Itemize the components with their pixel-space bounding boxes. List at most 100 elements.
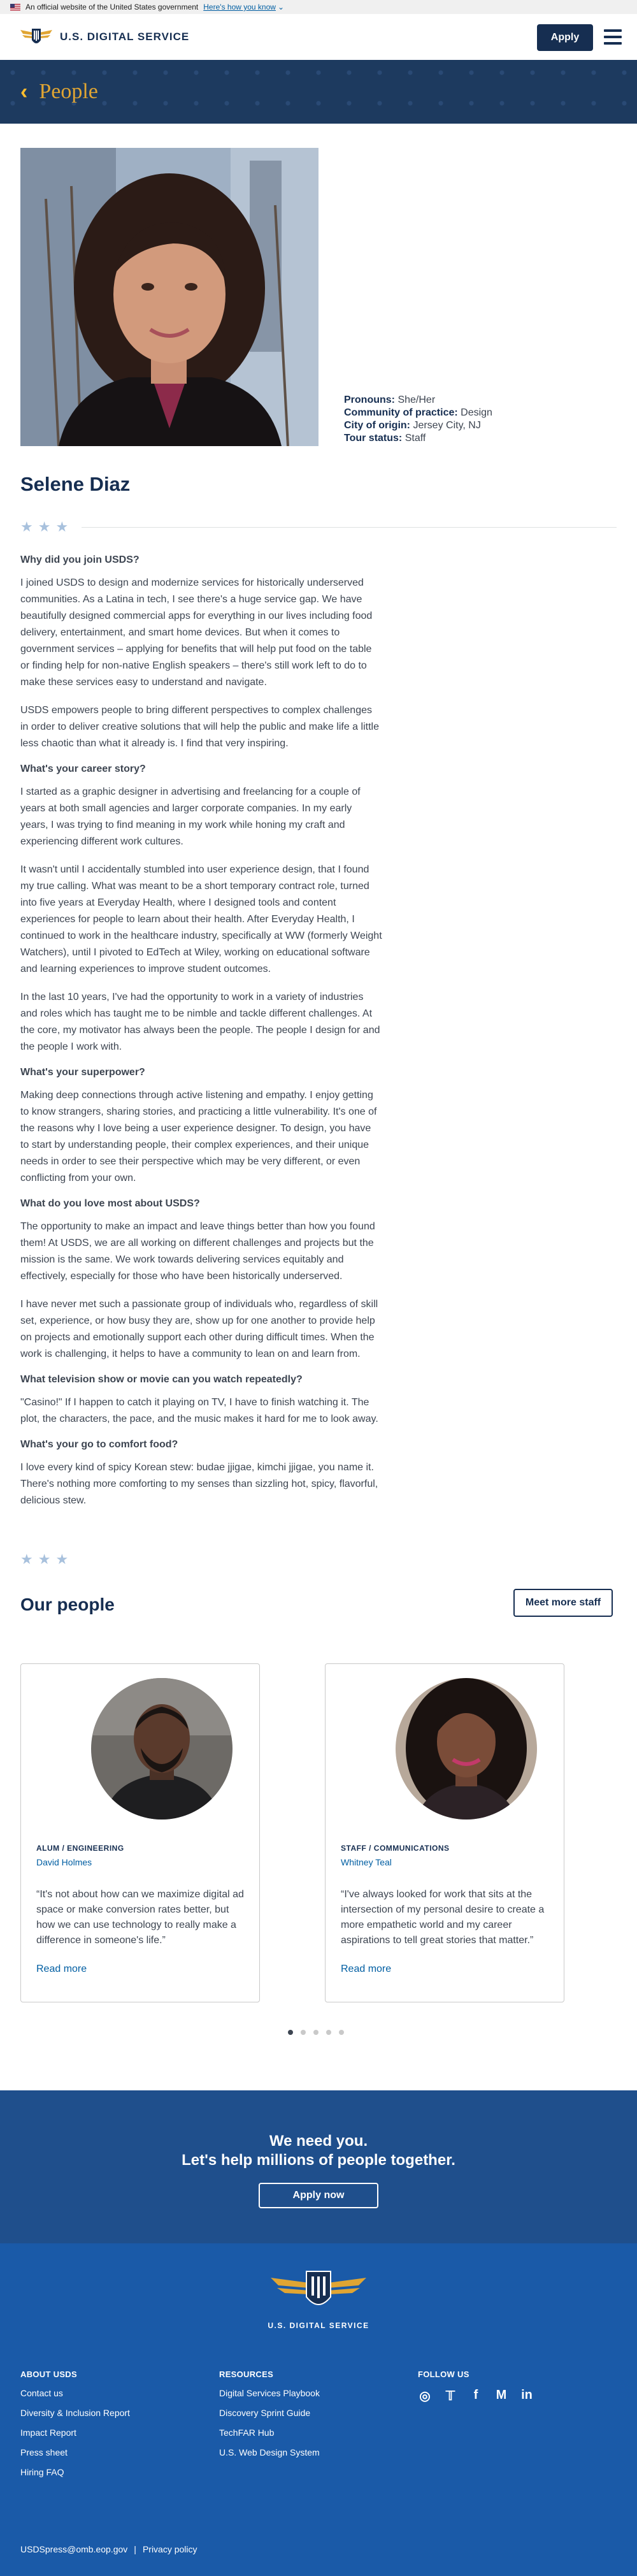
answer-paragraph: I joined USDS to design and modernize se… [20, 577, 373, 688]
apply-button[interactable]: Apply [537, 24, 593, 51]
facebook-icon[interactable]: f [469, 2388, 483, 2404]
profile-facts: Pronouns: She/Her Community of practice:… [344, 394, 492, 445]
portrait-illustration [20, 148, 318, 446]
question-heading: Why did you join USDS? [20, 554, 140, 565]
question-heading: What's your go to comfort food? [20, 1439, 178, 1450]
star-icon: ★ [38, 1551, 51, 1567]
cta-headline: We need you. [269, 2132, 368, 2150]
page-title: People [39, 80, 98, 103]
call-to-action: We need you. Let's help millions of peop… [0, 2090, 637, 2243]
apply-now-button[interactable]: Apply now [259, 2183, 378, 2208]
carousel-pagination [288, 2030, 344, 2035]
answer-paragraph: I have never met such a passionate group… [20, 1299, 378, 1359]
answer-paragraph: Making deep connections through active l… [20, 1090, 377, 1183]
eagle-emblem-icon [20, 29, 52, 43]
answer-paragraph: I started as a graphic designer in adver… [20, 786, 361, 847]
meet-more-staff-button[interactable]: Meet more staff [513, 1589, 613, 1617]
footer-link-uswds[interactable]: U.S. Web Design System [219, 2447, 320, 2457]
fact-community: Community of practice: Design [344, 407, 492, 418]
read-more-link[interactable]: Read more [341, 1964, 391, 1975]
footer-bottom-bar: USDSpress@omb.eop.gov | Privacy policy [20, 2544, 197, 2554]
page-hero: ‹ People [0, 60, 637, 124]
eagle-emblem-icon[interactable] [271, 2269, 366, 2313]
medium-icon[interactable]: M [494, 2388, 508, 2404]
footer-follow-column: FOLLOW US ◎ 𝕋 f M in [418, 2370, 534, 2404]
person-card[interactable]: ALUM / ENGINEERING David Holmes “It's no… [20, 1663, 260, 2002]
person-name: Whitney Teal [341, 1857, 392, 1867]
star-icon: ★ [38, 519, 51, 535]
footer-separator: | [134, 2544, 136, 2554]
star-icon: ★ [55, 519, 69, 535]
read-more-link[interactable]: Read more [36, 1964, 87, 1975]
star-divider-bottom: ★ ★ ★ [20, 1551, 68, 1568]
footer-heading: FOLLOW US [418, 2370, 469, 2379]
gov-banner: An official website of the United States… [0, 0, 637, 14]
person-name: David Holmes [36, 1857, 92, 1867]
person-photo [396, 1678, 537, 1820]
logo-wordmark: U.S. DIGITAL SERVICE [60, 31, 190, 43]
site-header: U.S. DIGITAL SERVICE Apply [0, 14, 637, 60]
carousel-dot[interactable] [313, 2030, 318, 2035]
footer-link-discovery-sprint[interactable]: Discovery Sprint Guide [219, 2408, 320, 2418]
person-photo [91, 1678, 233, 1820]
gov-banner-text: An official website of the United States… [25, 3, 199, 11]
twitter-icon[interactable]: 𝕋 [443, 2388, 457, 2404]
fact-pronouns: Pronouns: She/Her [344, 394, 436, 405]
question-heading: What's your career story? [20, 763, 146, 774]
linkedin-icon[interactable]: in [520, 2388, 534, 2404]
usds-logo[interactable]: U.S. DIGITAL SERVICE [20, 26, 189, 48]
instagram-icon[interactable]: ◎ [418, 2388, 432, 2404]
heres-how-you-know-link[interactable]: Here's how you know [203, 3, 276, 11]
press-email-link[interactable]: USDSpress@omb.eop.gov [20, 2544, 127, 2554]
divider-line [82, 527, 617, 528]
footer-link-impact-report[interactable]: Impact Report [20, 2428, 130, 2438]
fact-city: City of origin: Jersey City, NJ [344, 420, 481, 431]
footer-link-playbook[interactable]: Digital Services Playbook [219, 2388, 320, 2398]
question-heading: What television show or movie can you wa… [20, 1374, 303, 1385]
person-card[interactable]: STAFF / COMMUNICATIONS Whitney Teal “I'v… [325, 1663, 564, 2002]
person-role: ALUM / ENGINEERING [36, 1844, 124, 1853]
answer-paragraph: In the last 10 years, I've had the oppor… [20, 992, 380, 1052]
chevron-down-icon[interactable]: ⌄ [278, 3, 284, 11]
profile-photo [20, 148, 318, 446]
profile-name: Selene Diaz [20, 473, 131, 495]
back-chevron-icon[interactable]: ‹ [20, 80, 27, 105]
footer-link-hiring-faq[interactable]: Hiring FAQ [20, 2467, 130, 2477]
star-icon: ★ [55, 1551, 69, 1567]
footer-about-column: ABOUT USDS Contact us Diversity & Inclus… [20, 2370, 130, 2487]
carousel-dot[interactable] [339, 2030, 344, 2035]
answer-paragraph: The opportunity to make an impact and le… [20, 1221, 375, 1282]
answer-paragraph: It wasn't until I accidentally stumbled … [20, 864, 382, 974]
answer-paragraph: "Casino!" If I happen to catch it playin… [20, 1397, 378, 1424]
question-heading: What do you love most about USDS? [20, 1198, 200, 1209]
footer-resources-column: RESOURCES Digital Services Playbook Disc… [219, 2370, 320, 2467]
site-footer: U.S. DIGITAL SERVICE ABOUT USDS Contact … [0, 2243, 637, 2576]
question-heading: What's your superpower? [20, 1067, 145, 1078]
privacy-policy-link[interactable]: Privacy policy [143, 2544, 197, 2554]
cta-subheadline: Let's help millions of people together. [182, 2152, 455, 2169]
profile-article: Why did you join USDS? I joined USDS to … [20, 554, 382, 1521]
star-icon: ★ [20, 519, 33, 535]
person-quote: “It's not about how can we maximize digi… [36, 1889, 244, 1946]
social-links: ◎ 𝕋 f M in [418, 2388, 534, 2404]
answer-paragraph: I love every kind of spicy Korean stew: … [20, 1462, 378, 1506]
carousel-dot[interactable] [326, 2030, 331, 2035]
star-icon: ★ [20, 1551, 33, 1567]
hamburger-icon[interactable] [604, 29, 622, 45]
carousel-dot[interactable] [301, 2030, 306, 2035]
footer-link-contact[interactable]: Contact us [20, 2388, 130, 2398]
footer-link-diversity-report[interactable]: Diversity & Inclusion Report [20, 2408, 130, 2418]
person-quote: “I've always looked for work that sits a… [341, 1889, 545, 1946]
star-divider-top: ★ ★ ★ [20, 519, 68, 535]
footer-heading: ABOUT USDS [20, 2370, 77, 2379]
footer-link-techfar[interactable]: TechFAR Hub [219, 2428, 320, 2438]
fact-tour-status: Tour status: Staff [344, 433, 426, 444]
footer-heading: RESOURCES [219, 2370, 274, 2379]
footer-link-press-sheet[interactable]: Press sheet [20, 2447, 130, 2457]
us-flag-icon [10, 3, 20, 11]
answer-paragraph: USDS empowers people to bring different … [20, 705, 379, 749]
our-people-heading: Our people [20, 1595, 115, 1614]
person-role: STAFF / COMMUNICATIONS [341, 1844, 450, 1853]
footer-wordmark: U.S. DIGITAL SERVICE [268, 2321, 369, 2330]
carousel-dot[interactable] [288, 2030, 293, 2035]
